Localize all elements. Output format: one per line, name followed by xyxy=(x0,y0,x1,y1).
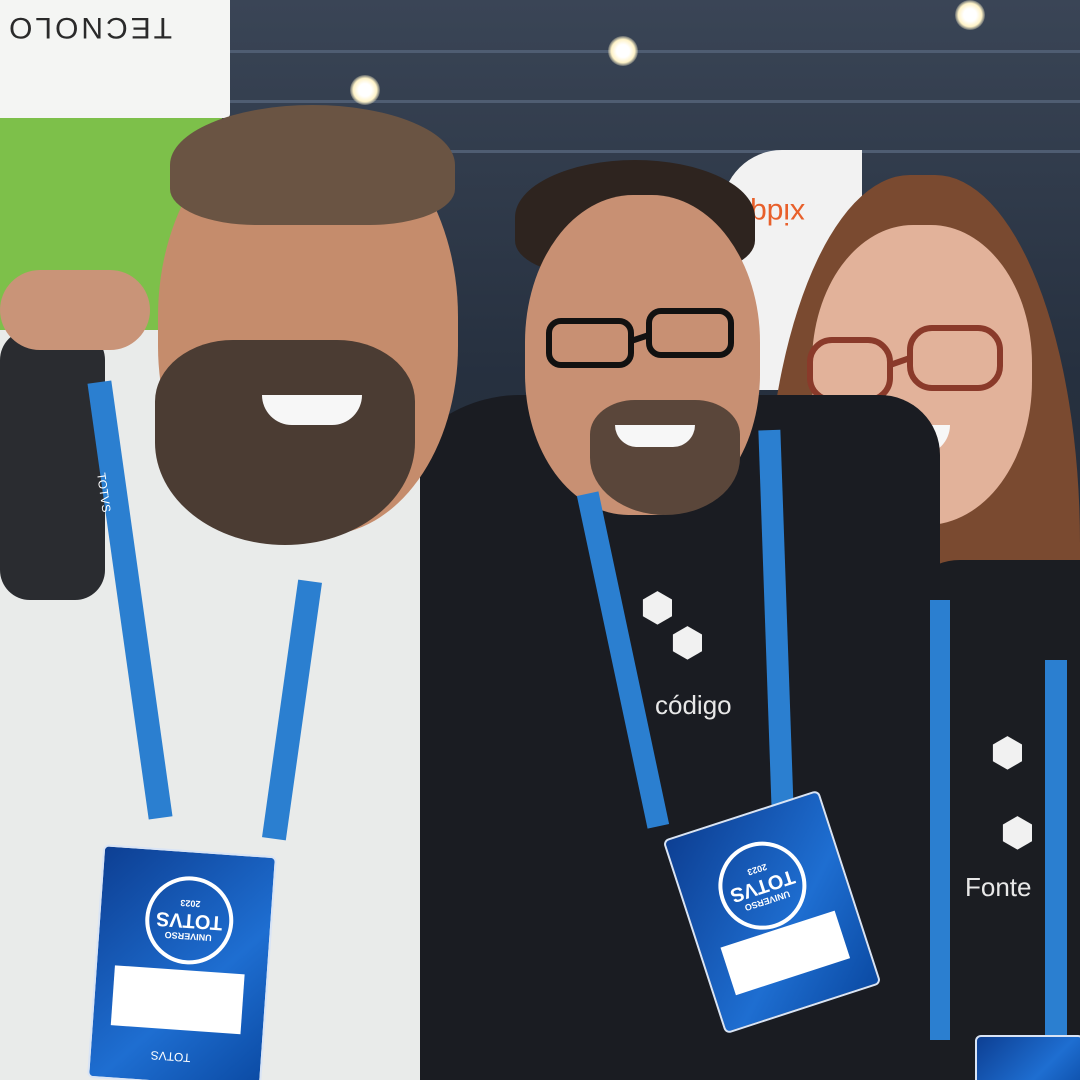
photo-scene: TECNOLO xidq m a ⬢ ⬢ Fonte ⬢ ⬢ código UN… xyxy=(0,0,1080,1080)
left-badge: UNIVERSO TOTVS 2023 TOTVS xyxy=(87,844,277,1080)
left-man-smile xyxy=(262,395,362,425)
booth-sign-text: TECNOLO xyxy=(5,11,172,44)
badge-logo-line: TOTVS xyxy=(155,907,224,935)
center-man-smile xyxy=(615,425,695,447)
ceiling-light xyxy=(350,75,380,105)
center-man-beard xyxy=(590,400,740,515)
left-man-hair xyxy=(170,105,455,225)
right-lanyard xyxy=(930,600,950,1040)
badge-logo: UNIVERSO TOTVS 2023 xyxy=(142,873,237,968)
shirt-cube-logo: ⬢ xyxy=(990,731,1025,775)
badge-footer: TOTVS xyxy=(150,1048,191,1065)
ceiling-light xyxy=(608,36,638,66)
ceiling-truss xyxy=(230,50,1080,53)
ceiling-light xyxy=(955,0,985,30)
backpack-strap xyxy=(0,330,105,600)
right-badge xyxy=(975,1035,1080,1080)
badge-name-area xyxy=(110,965,245,1035)
right-lanyard xyxy=(1045,660,1067,1040)
center-man-glasses xyxy=(546,308,734,368)
shirt-brand-right: Fonte xyxy=(965,872,1032,902)
arm-around-shoulder xyxy=(0,270,150,350)
shirt-brand-center: código xyxy=(655,690,732,720)
shirt-cube-logo: ⬢ xyxy=(1000,811,1035,855)
shirt-cube-logo: ⬢ xyxy=(670,621,705,665)
booth-sign: TECNOLO xyxy=(0,0,230,118)
badge-logo-line: 2023 xyxy=(180,898,201,910)
booth-banner-text: xidq xyxy=(750,197,806,230)
left-man-beard xyxy=(155,340,415,545)
